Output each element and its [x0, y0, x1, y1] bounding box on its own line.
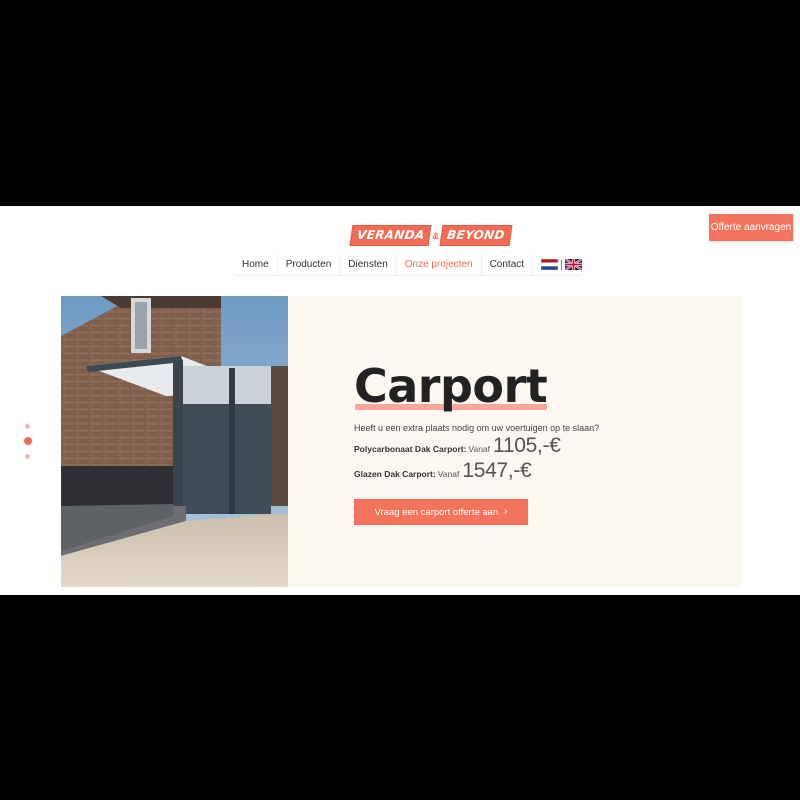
slider-dot-2-active[interactable] [24, 437, 32, 445]
price-label: Polycarbonaat Dak Carport: [354, 444, 467, 454]
page-viewport: VERANDA & BEYOND Offerte aanvragen Home … [0, 206, 800, 595]
main-nav: Home Producten Diensten Onze projecten C… [234, 254, 583, 276]
price-prefix: Vanaf [468, 444, 491, 454]
logo-ampersand: & [432, 230, 439, 241]
carport-quote-button[interactable]: Vraag een carport offerte aan › [354, 499, 528, 525]
slider-dot-3[interactable] [25, 454, 30, 459]
nav-item-producten[interactable]: Producten [278, 254, 341, 275]
nl-flag-icon[interactable] [541, 259, 559, 270]
price-value: 1547,-€ [462, 459, 532, 482]
carport-photo [61, 296, 288, 587]
price-row-glass: Glazen Dak Carport: Vanaf 1547,-€ [354, 459, 532, 483]
nav-item-home[interactable]: Home [234, 254, 278, 275]
price-label: Glazen Dak Carport: [354, 469, 436, 479]
price-prefix: Vanaf [437, 469, 460, 479]
nav-item-contact[interactable]: Contact [482, 254, 534, 275]
logo-text-beyond: BEYOND [439, 225, 513, 246]
logo-text-veranda: VERANDA [349, 225, 432, 246]
price-value: 1105,-€ [493, 434, 561, 457]
uk-flag-icon[interactable] [565, 259, 583, 270]
slider-dot-1[interactable] [25, 424, 30, 429]
site-logo[interactable]: VERANDA & BEYOND [349, 225, 513, 246]
request-quote-button[interactable]: Offerte aanvragen [709, 214, 793, 241]
hero-title: Carport [354, 359, 548, 413]
price-row-polycarbonate: Polycarbonaat Dak Carport: Vanaf 1105,-€ [354, 434, 561, 458]
nav-item-diensten[interactable]: Diensten [340, 254, 397, 275]
nav-item-onze-projecten[interactable]: Onze projecten [397, 254, 482, 275]
hero-subtitle: Heeft u een extra plaats nodig om uw voe… [354, 423, 600, 433]
carport-quote-label: Vraag een carport offerte aan [374, 506, 499, 518]
flag-divider [561, 259, 563, 270]
language-switcher [533, 259, 583, 270]
chevron-right-icon: › [504, 506, 508, 517]
